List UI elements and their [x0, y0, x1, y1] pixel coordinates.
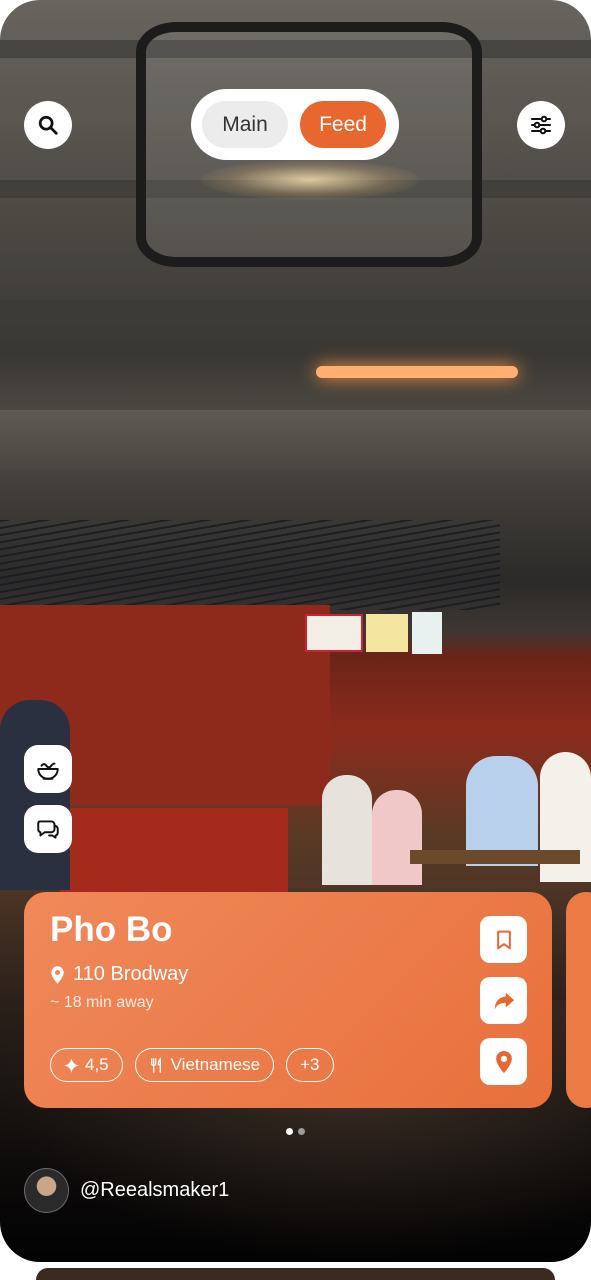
sparkle-icon — [64, 1057, 79, 1073]
fork-knife-icon — [150, 1056, 161, 1073]
tag-list: 4,5 Vietnamese +3 — [50, 1048, 334, 1082]
ceiling-beam — [0, 300, 591, 318]
card-actions — [480, 916, 527, 1085]
search-icon — [38, 115, 58, 135]
map-pin-icon — [495, 1050, 512, 1073]
more-tags-label: +3 — [300, 1055, 320, 1074]
toggle-feed[interactable]: Feed — [300, 101, 386, 148]
rating-tag[interactable]: 4,5 — [50, 1048, 123, 1082]
toggle-main[interactable]: Main — [202, 101, 288, 148]
restaurant-card[interactable]: Pho Bo 110 Brodway ~ 18 min away 4,5 Vie… — [24, 892, 552, 1108]
person — [372, 790, 422, 885]
rating-value: 4,5 — [85, 1055, 109, 1074]
search-button[interactable] — [24, 101, 72, 149]
restaurant-address: 110 Brodway — [50, 963, 188, 986]
address-text: 110 Brodway — [73, 963, 189, 985]
bookmark-icon — [496, 930, 511, 949]
restaurant-name: Pho Bo — [50, 910, 173, 949]
comments-button[interactable] — [24, 805, 72, 853]
ceiling-light — [316, 366, 518, 378]
person — [322, 775, 372, 885]
food-counter — [60, 808, 288, 894]
next-card-peek[interactable] — [566, 892, 591, 1108]
page-dot[interactable] — [298, 1128, 305, 1135]
dining-table — [410, 850, 580, 864]
cuisine-label: Vietnamese — [170, 1055, 261, 1074]
hanging-wires — [0, 520, 500, 610]
air-duct — [0, 410, 591, 470]
cuisine-tag[interactable]: Vietnamese — [134, 1048, 275, 1082]
map-button[interactable] — [480, 1038, 527, 1085]
filter-button[interactable] — [517, 101, 565, 149]
chat-bubbles-icon — [37, 820, 59, 839]
location-pin-icon — [51, 965, 64, 984]
share-arrow-icon — [494, 992, 514, 1009]
author-handle[interactable]: @Reealsmaker1 — [80, 1179, 229, 1202]
avatar[interactable] — [24, 1168, 69, 1213]
share-button[interactable] — [480, 977, 527, 1024]
page-dot-active[interactable] — [286, 1128, 293, 1135]
main-feed-toggle: Main Feed — [191, 89, 399, 160]
more-tags[interactable]: +3 — [286, 1048, 334, 1082]
food-button[interactable] — [24, 745, 72, 793]
person — [0, 700, 70, 890]
food-bowl-icon — [37, 762, 59, 780]
sliders-icon — [531, 115, 551, 135]
bookmark-button[interactable] — [480, 916, 527, 963]
shop-sign — [412, 612, 442, 654]
shop-sign — [305, 614, 363, 652]
shop-sign — [366, 614, 408, 652]
author-info[interactable]: @Reealsmaker1 — [24, 1168, 229, 1213]
travel-time: ~ 18 min away — [50, 994, 154, 1011]
next-post-peek — [36, 1268, 555, 1280]
chandelier-light — [200, 160, 420, 200]
pagination-dots — [286, 1128, 305, 1135]
feed-screen: Main Feed Pho Bo 110 Brodway ~ 18 min aw… — [0, 0, 591, 1262]
